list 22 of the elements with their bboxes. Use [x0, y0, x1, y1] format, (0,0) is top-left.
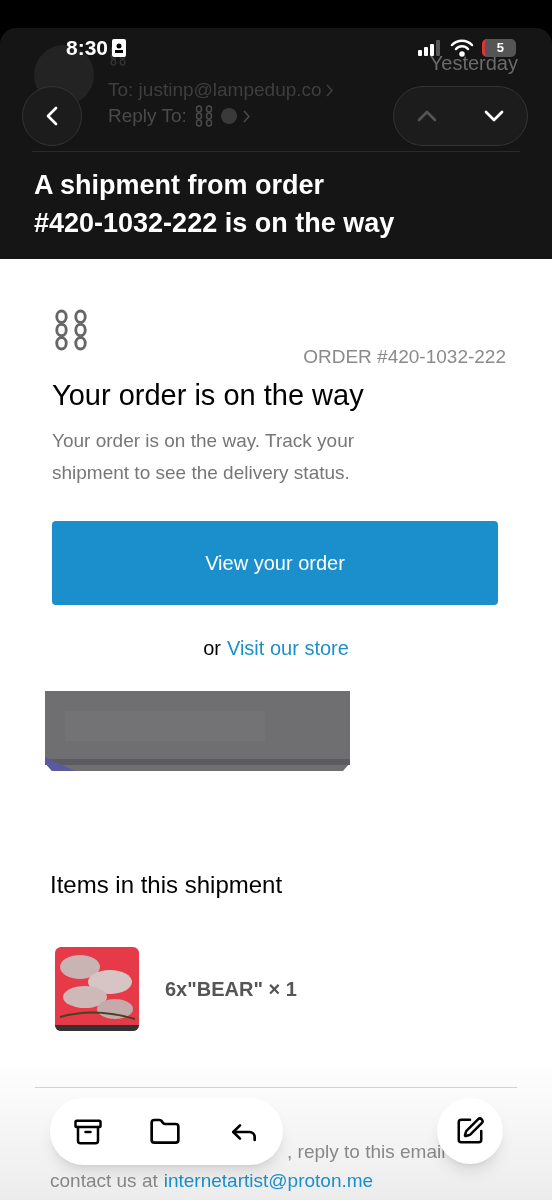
view-order-button[interactable]: View your order	[52, 521, 498, 605]
chain-icon	[52, 309, 90, 351]
or-label: or	[203, 636, 221, 661]
compose-icon	[455, 1116, 485, 1146]
chain-icon	[108, 46, 128, 66]
status-time: 8:30	[66, 35, 109, 62]
id-card-icon	[112, 39, 127, 57]
footer-text: contact us at	[50, 1169, 158, 1193]
order-number: ORDER #420-1032-222	[303, 344, 506, 369]
order-message: Your order is on the way. Track your shipment to see the delivery status.	[52, 429, 356, 485]
chevron-icon	[242, 109, 250, 123]
items-heading: Items in this shipment	[50, 870, 284, 900]
order-heading: Your order is on the way	[52, 378, 365, 413]
battery-indicator: 5	[481, 39, 516, 57]
email-link[interactable]: internetartist@proton.me	[163, 1167, 374, 1196]
email-subject: A shipment from order #420-1032-222 is on the way	[34, 169, 396, 240]
chevron-icon	[325, 83, 333, 97]
footer-text: , reply to this email	[287, 1140, 446, 1164]
item-name: 6x"BEAR" × 1	[165, 977, 297, 1002]
signal-icon	[417, 40, 442, 56]
wifi-icon	[449, 39, 474, 57]
store-link[interactable]: Visit our store	[226, 633, 349, 663]
